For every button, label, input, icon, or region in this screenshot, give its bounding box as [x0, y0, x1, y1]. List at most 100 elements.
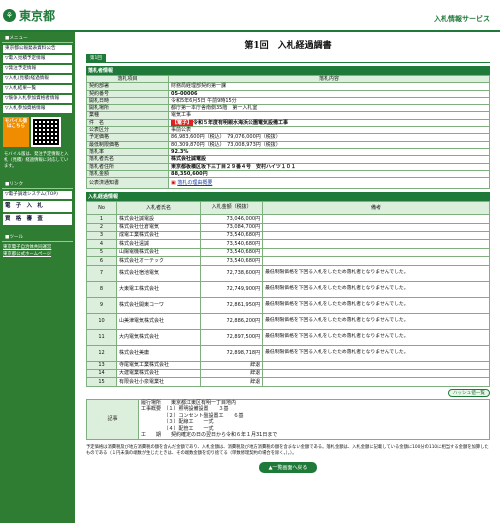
tokyo-logo[interactable]: ⚘ 東京都 [3, 8, 56, 23]
bidder-name: 大建電業株式会社 [115, 368, 202, 379]
bid-amount: 辞退 [200, 360, 264, 370]
sidebar-link-heading: ■リンク [2, 178, 73, 189]
bid-amount: 72,738,600円 [200, 264, 264, 282]
sidebar-link-e-bid[interactable]: 電 子 入 札 [3, 200, 72, 212]
table-header-row: 落札項目 落札内容 [86, 74, 490, 84]
bidder-name: 株式会社美庸 [115, 344, 202, 362]
row-value: 都庁第一本庁舎南側35階 第一入札室 [168, 104, 490, 113]
sidebar-item-qualified[interactable]: ▽競争入札参加資格者情報 [3, 95, 72, 103]
sidebar-link-qualification-review[interactable]: 資 格 審 査 [3, 213, 72, 225]
table-row: 2 株式会社仕倉電気 73,084,700円 [86, 222, 490, 232]
sidebar-tool-heading: ■ツール [2, 231, 73, 242]
site-header: ⚘ 東京都 入札情報サービス [0, 0, 500, 32]
back-button-wrap: ▲一覧画面へ戻る [86, 461, 490, 473]
remarks-line: 工 期 契約確定の日の翌日から令和６年１月31日まで [141, 432, 278, 439]
bid-no: 12 [86, 344, 117, 362]
sidebar-item-order-plan[interactable]: ▽発注予定情報 [3, 65, 72, 73]
bidder-name: 大東電工株式会社 [115, 280, 202, 298]
bid-amount: 73,046,000円 [200, 214, 264, 224]
bid-note [262, 377, 490, 387]
sidebar-item-denyu[interactable]: ▽電入見積予定情報 [3, 55, 72, 63]
hash-list-button[interactable]: ハッシュ値一覧 [447, 388, 490, 397]
sidebar-item-bid-progress[interactable]: ▽入札(見積)経過情報 [3, 75, 72, 83]
table-row: 4 株式会社遠誠 73,540,680円 [86, 239, 490, 249]
bid-note: 最低制限価格を下回る入札をしたため落札者となりませんでした。 [262, 312, 490, 330]
sidebar-menu-heading: ■メニュー [2, 32, 73, 43]
logo-text: 東京都 [19, 8, 56, 23]
award-reason-link[interactable]: 落札の理由概要 [177, 180, 212, 186]
bid-amount: 72,749,900円 [200, 280, 264, 298]
bidder-name: 山陽電機株式会社 [115, 247, 202, 258]
row-label: 予定価格 [86, 133, 169, 142]
bid-no: 2 [86, 222, 117, 232]
row-label: 契約部署 [86, 82, 169, 91]
table-row: 落札者住所 東京都板橋区坂下三丁目２９番４号 安村ハイツ１０１ [86, 162, 490, 171]
qr-code-icon [31, 117, 61, 147]
column-header-no: No [86, 201, 117, 216]
table-row: 件 名【電子】令和５年度有明親水海浜公園電気設備工事 [86, 118, 490, 128]
bid-no: 11 [86, 328, 117, 346]
column-header-item: 落札項目 [86, 74, 169, 84]
sidebar-item-koho[interactable]: 東京都公報発表資料公告 [3, 45, 72, 53]
column-header-name: 入札者氏名 [115, 201, 202, 216]
table-row: 開札日時 令和5年6月5日 午前9時15分 [86, 96, 490, 106]
sidebar-link-official-site[interactable]: 東京都公式ホームページ [3, 251, 72, 257]
bid-no: 6 [86, 256, 117, 266]
row-value: 86,983,600円（税込） 79,076,000円（税抜） [168, 133, 490, 142]
bid-section-title: 入札経過情報 [86, 192, 490, 202]
tab-round-1[interactable]: 第1回 [86, 54, 106, 62]
bid-amount: 73,540,680円 [200, 247, 264, 258]
row-label: 最低制限価格 [86, 140, 169, 149]
bid-amount: 73,540,680円 [200, 256, 264, 266]
bidder-name: 株式会社開東コーワ [115, 296, 202, 314]
table-row: 契約番号 05-00006 [86, 89, 490, 98]
row-value: 東京都板橋区坂下三丁目２９番４号 安村ハイツ１０１ [168, 162, 490, 171]
row-label: 開札日時 [86, 96, 169, 106]
row-label: 公表区分 [86, 126, 169, 135]
bid-amount: 73,540,680円 [200, 230, 264, 241]
page-title: 第1回 入札経過調書 [244, 41, 332, 51]
bidder-name: 株式会社遠誠 [115, 239, 202, 249]
pdf-icon: ▣ [171, 180, 176, 186]
main-content: 第1回 入札経過調書 第1回 落札者情報 落札項目 落札内容 契約部署 財務局経理… [86, 32, 490, 473]
row-value: 【電子】令和５年度有明親水海浜公園電気設備工事 [168, 118, 490, 128]
winner-info-table: 落札項目 落札内容 契約部署 財務局経理部契約第一課 契約番号 05-00006 開… [86, 74, 490, 190]
sidebar-link-joint-operation[interactable]: 東京電子自治体共同運営 [3, 244, 72, 250]
bid-note: 最低制限価格を下回る入札をしたため落札者となりませんでした。 [262, 264, 490, 282]
electronic-tag: 【電子】 [171, 119, 194, 126]
bid-amount: 72,897,500円 [200, 328, 264, 346]
bid-note: 最低制限価格を下回る入札をしたため落札者となりませんでした。 [262, 328, 490, 346]
column-header-amount: 入札金額（税抜） [200, 201, 264, 216]
back-to-list-button[interactable]: ▲一覧画面へ戻る [258, 461, 318, 473]
column-header-note: 備考 [262, 201, 490, 216]
table-row: 開札場所 都庁第一本庁舎南側35階 第一入札室 [86, 104, 490, 113]
row-value: 05-00006 [168, 89, 490, 98]
row-label: 落札率 [86, 147, 169, 157]
table-row: 10 山美津電気株式会社 72,886,200円 最低制限価格を下回る入札をしたため落… [86, 312, 490, 330]
bid-note [262, 239, 490, 249]
bid-note [262, 247, 490, 258]
bid-no: 10 [86, 312, 117, 330]
table-row: 最低制限価格 80,309,870円（税込） 73,008,973円（税抜） [86, 140, 490, 149]
table-row: 落札者氏名 株式会社誠電設 [86, 155, 490, 164]
sidebar-link-e-procurement[interactable]: ▽電子調達システム(TOP) [3, 190, 72, 199]
sidebar-item-qualification[interactable]: ▽入札参加資格情報 [3, 105, 72, 113]
table-row: 公表済通知書 ▣ 落札の理由概要 [86, 177, 490, 190]
table-row: 14 大建電業株式会社 辞退 [86, 368, 490, 379]
tokyo-emblem-icon: ⚘ [3, 8, 16, 22]
table-row: 11 大内電気株式会社 72,897,500円 最低制限価格を下回る入札をしたため落札… [86, 328, 490, 346]
mobile-version-badge[interactable]: モバイル版はこちら [3, 117, 29, 147]
bid-note: 最低制限価格を下回る入札をしたため落札者となりませんでした。 [262, 344, 490, 362]
table-row: 落札率 92.3% [86, 147, 490, 157]
bid-rows: 1 株式会社誠電設 73,046,000円 2 株式会社仕倉電気 73,084,700円 3… [86, 214, 490, 387]
row-value: 92.3% [168, 147, 490, 157]
bid-note [262, 368, 490, 379]
sidebar-item-bid-results[interactable]: ▽入札結果一覧 [3, 85, 72, 93]
bid-note: 最低制限価格を下回る入札をしたため落札者となりませんでした。 [262, 296, 490, 314]
mobile-note: モバイル版は、発注予定情報と入札（見積）経過情報に対応しています。 [4, 152, 69, 170]
table-row: 1 株式会社誠電設 73,046,000円 [86, 214, 490, 224]
row-value: 80,309,870円（税込） 73,008,973円（税抜） [168, 140, 490, 149]
table-row: 8 大東電工株式会社 72,749,900円 最低制限価格を下回る入札をしたため落札者… [86, 280, 490, 298]
bid-note [262, 230, 490, 241]
bid-amount: 73,540,680円 [200, 239, 264, 249]
